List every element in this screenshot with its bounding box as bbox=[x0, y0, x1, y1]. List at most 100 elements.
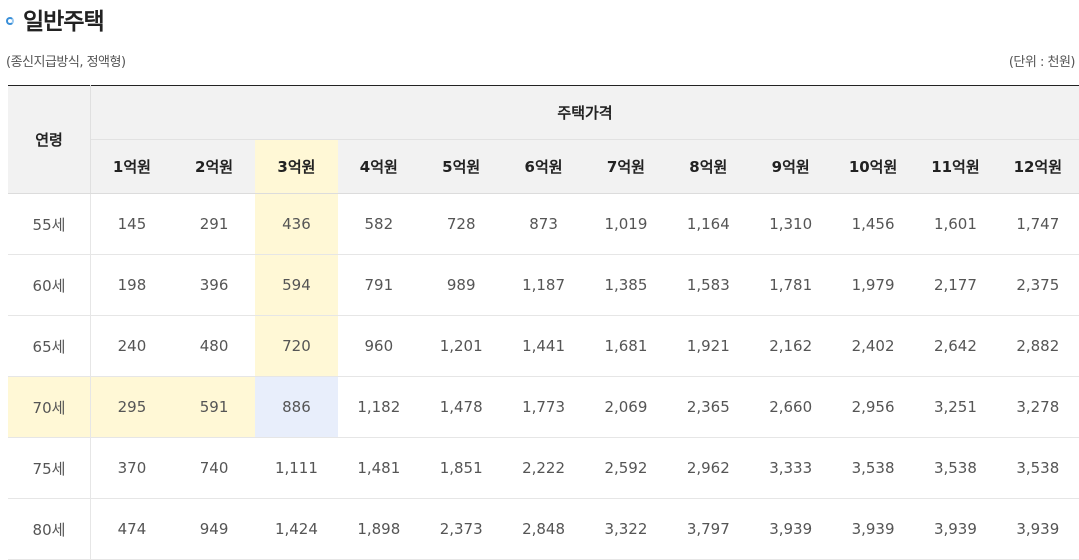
value-cell: 2,162 bbox=[750, 316, 832, 377]
value-cell: 1,773 bbox=[502, 377, 584, 438]
value-cell: 240 bbox=[91, 316, 173, 377]
age-cell: 55세 bbox=[8, 194, 91, 255]
value-cell: 2,660 bbox=[750, 377, 832, 438]
value-cell: 2,642 bbox=[914, 316, 996, 377]
age-cell: 80세 bbox=[8, 499, 91, 560]
value-cell: 2,375 bbox=[997, 255, 1079, 316]
value-cell: 291 bbox=[173, 194, 255, 255]
value-cell: 1,979 bbox=[832, 255, 914, 316]
table-row: 75세3707401,1111,4811,8512,2222,5922,9623… bbox=[8, 438, 1079, 499]
value-cell: 1,747 bbox=[997, 194, 1079, 255]
price-column-header: 10억원 bbox=[832, 140, 914, 194]
bullet-icon bbox=[6, 17, 14, 25]
value-cell: 1,019 bbox=[585, 194, 667, 255]
value-cell: 2,848 bbox=[502, 499, 584, 560]
pension-table: 연령 주택가격 1억원2억원3억원4억원5억원6억원7억원8억원9억원10억원1… bbox=[8, 85, 1079, 560]
value-cell: 145 bbox=[91, 194, 173, 255]
value-cell: 2,956 bbox=[832, 377, 914, 438]
table-row: 70세2955918861,1821,4781,7732,0692,3652,6… bbox=[8, 377, 1079, 438]
value-cell: 2,402 bbox=[832, 316, 914, 377]
value-cell: 1,481 bbox=[338, 438, 420, 499]
value-cell: 1,583 bbox=[667, 255, 749, 316]
age-cell: 70세 bbox=[8, 377, 91, 438]
price-column-header: 12억원 bbox=[997, 140, 1079, 194]
price-column-header: 8억원 bbox=[667, 140, 749, 194]
price-column-header: 5억원 bbox=[420, 140, 502, 194]
value-cell: 2,592 bbox=[585, 438, 667, 499]
price-column-header: 3억원 bbox=[255, 140, 337, 194]
value-cell: 1,898 bbox=[338, 499, 420, 560]
price-column-header: 6억원 bbox=[502, 140, 584, 194]
value-cell: 1,111 bbox=[255, 438, 337, 499]
value-cell: 480 bbox=[173, 316, 255, 377]
value-cell: 791 bbox=[338, 255, 420, 316]
value-cell: 2,069 bbox=[585, 377, 667, 438]
value-cell: 1,182 bbox=[338, 377, 420, 438]
value-cell: 1,781 bbox=[750, 255, 832, 316]
age-column-header: 연령 bbox=[8, 86, 91, 194]
value-cell: 198 bbox=[91, 255, 173, 316]
page-title: 일반주택 bbox=[23, 2, 104, 36]
value-cell: 1,424 bbox=[255, 499, 337, 560]
value-cell: 591 bbox=[173, 377, 255, 438]
value-cell: 3,322 bbox=[585, 499, 667, 560]
value-cell: 2,365 bbox=[667, 377, 749, 438]
value-cell: 949 bbox=[173, 499, 255, 560]
price-group-header: 주택가격 bbox=[91, 86, 1079, 140]
value-cell: 3,278 bbox=[997, 377, 1079, 438]
value-cell: 3,797 bbox=[667, 499, 749, 560]
value-cell: 3,939 bbox=[914, 499, 996, 560]
value-cell: 2,962 bbox=[667, 438, 749, 499]
value-cell: 1,681 bbox=[585, 316, 667, 377]
value-cell: 2,882 bbox=[997, 316, 1079, 377]
table-row: 65세2404807209601,2011,4411,6811,9212,162… bbox=[8, 316, 1079, 377]
table-subtitle: (종신지급방식, 정액형) bbox=[6, 51, 126, 70]
value-cell: 295 bbox=[91, 377, 173, 438]
value-cell: 720 bbox=[255, 316, 337, 377]
value-cell: 1,851 bbox=[420, 438, 502, 499]
value-cell: 2,177 bbox=[914, 255, 996, 316]
value-cell: 3,538 bbox=[997, 438, 1079, 499]
value-cell: 1,164 bbox=[667, 194, 749, 255]
age-cell: 60세 bbox=[8, 255, 91, 316]
table-row: 55세1452914365827288731,0191,1641,3101,45… bbox=[8, 194, 1079, 255]
value-cell: 3,333 bbox=[750, 438, 832, 499]
value-cell: 370 bbox=[91, 438, 173, 499]
value-cell: 960 bbox=[338, 316, 420, 377]
title-row: 일반주택 bbox=[6, 4, 104, 34]
value-cell: 3,251 bbox=[914, 377, 996, 438]
value-cell: 1,601 bbox=[914, 194, 996, 255]
value-cell: 2,373 bbox=[420, 499, 502, 560]
value-cell: 474 bbox=[91, 499, 173, 560]
price-column-header: 7억원 bbox=[585, 140, 667, 194]
value-cell: 740 bbox=[173, 438, 255, 499]
value-cell: 873 bbox=[502, 194, 584, 255]
price-column-header: 1억원 bbox=[91, 140, 173, 194]
value-cell: 396 bbox=[173, 255, 255, 316]
value-cell: 1,385 bbox=[585, 255, 667, 316]
value-cell: 3,939 bbox=[750, 499, 832, 560]
age-cell: 65세 bbox=[8, 316, 91, 377]
table-row: 80세4749491,4241,8982,3732,8483,3223,7973… bbox=[8, 499, 1079, 560]
value-cell: 1,478 bbox=[420, 377, 502, 438]
value-cell: 1,201 bbox=[420, 316, 502, 377]
price-column-header: 2억원 bbox=[173, 140, 255, 194]
value-cell: 2,222 bbox=[502, 438, 584, 499]
value-cell: 728 bbox=[420, 194, 502, 255]
age-cell: 75세 bbox=[8, 438, 91, 499]
value-cell: 3,939 bbox=[997, 499, 1079, 560]
value-cell: 436 bbox=[255, 194, 337, 255]
value-cell: 1,441 bbox=[502, 316, 584, 377]
value-cell: 1,310 bbox=[750, 194, 832, 255]
value-cell: 1,456 bbox=[832, 194, 914, 255]
table-row: 60세1983965947919891,1871,3851,5831,7811,… bbox=[8, 255, 1079, 316]
value-cell: 3,538 bbox=[832, 438, 914, 499]
value-cell: 886 bbox=[255, 377, 337, 438]
value-cell: 594 bbox=[255, 255, 337, 316]
value-cell: 3,939 bbox=[832, 499, 914, 560]
price-column-header: 4억원 bbox=[338, 140, 420, 194]
value-cell: 3,538 bbox=[914, 438, 996, 499]
value-cell: 1,187 bbox=[502, 255, 584, 316]
price-column-header: 11억원 bbox=[914, 140, 996, 194]
value-cell: 582 bbox=[338, 194, 420, 255]
